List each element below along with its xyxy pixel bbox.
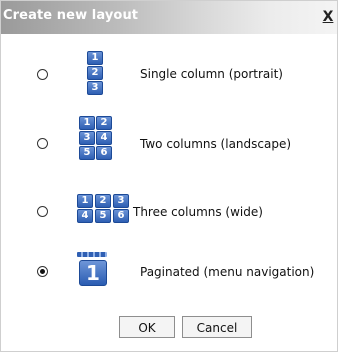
- ok-button[interactable]: OK: [119, 316, 175, 338]
- layout-tile: 2: [87, 66, 103, 80]
- layout-tile: 4: [96, 131, 112, 145]
- layout-option-two-columns[interactable]: 1 2 3 4 5 6 Two columns (landscape): [1, 114, 337, 174]
- dialog-title: Create new layout: [3, 8, 139, 23]
- layout-tile: 2: [95, 194, 111, 208]
- option-label[interactable]: Three columns (wide): [133, 205, 263, 219]
- layout-tile: 3: [113, 194, 129, 208]
- layout-tile: 6: [96, 146, 112, 160]
- layout-tile: 2: [96, 116, 112, 130]
- radio-single-column[interactable]: [37, 69, 48, 80]
- layout-tile: 3: [87, 81, 103, 95]
- radio-three-columns[interactable]: [37, 206, 48, 217]
- layout-tile: 1: [77, 194, 93, 208]
- layout-tile: 5: [79, 146, 95, 160]
- option-label[interactable]: Paginated (menu navigation): [140, 265, 314, 279]
- page-menu-bar: [77, 252, 107, 257]
- create-layout-dialog: Create new layout X 1 2 3 Single column …: [0, 0, 338, 352]
- layout-option-single-column[interactable]: 1 2 3 Single column (portrait): [1, 51, 337, 111]
- title-bar[interactable]: Create new layout X: [1, 1, 337, 34]
- radio-two-columns[interactable]: [37, 138, 48, 149]
- layout-option-paginated[interactable]: 1 Paginated (menu navigation): [1, 248, 337, 308]
- option-label[interactable]: Single column (portrait): [140, 67, 283, 81]
- layout-option-three-columns[interactable]: 1 2 3 4 5 6 Three columns (wide): [1, 191, 337, 251]
- layout-tile: 1: [79, 116, 95, 130]
- layout-tile: 5: [95, 209, 111, 223]
- radio-paginated[interactable]: [37, 266, 48, 277]
- layout-tile: 3: [79, 131, 95, 145]
- option-label[interactable]: Two columns (landscape): [140, 137, 291, 151]
- layout-tile: 4: [77, 209, 93, 223]
- close-icon[interactable]: X: [321, 10, 335, 25]
- layout-tile: 6: [113, 209, 129, 223]
- layout-tile: 1: [87, 51, 103, 65]
- layout-tile: 1: [79, 260, 107, 286]
- cancel-button[interactable]: Cancel: [182, 316, 252, 338]
